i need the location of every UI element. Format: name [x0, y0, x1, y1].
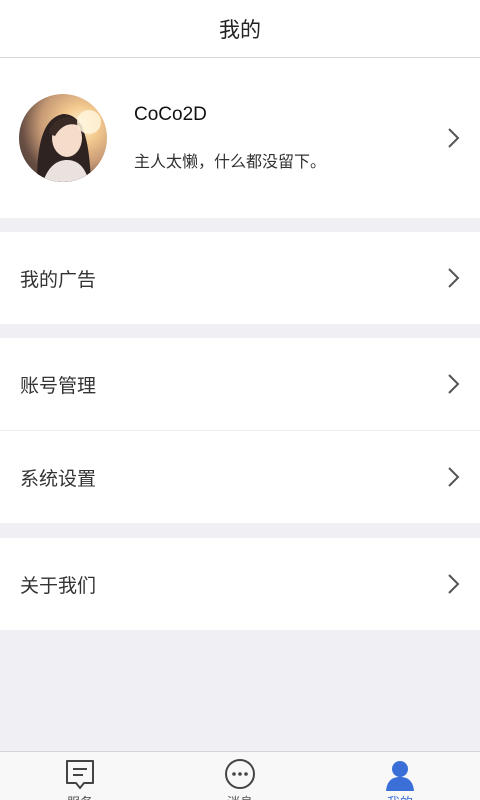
tab-label: 我的	[320, 792, 480, 800]
menu-item-my-ads[interactable]: 我的广告	[0, 232, 480, 324]
menu-item-about-us[interactable]: 关于我们	[0, 538, 480, 630]
chevron-right-icon	[446, 126, 462, 150]
avatar-photo-icon	[37, 110, 101, 182]
service-icon	[63, 758, 97, 792]
page-title: 我的	[219, 17, 261, 42]
tab-service[interactable]: 服务	[0, 752, 160, 800]
chevron-right-icon	[446, 372, 462, 396]
menu-item-label: 关于我们	[20, 574, 97, 597]
menu-item-label: 账号管理	[20, 374, 97, 397]
bottom-tab-bar: 服务 消息 我的	[0, 751, 480, 800]
tab-mine[interactable]: 我的	[320, 752, 480, 800]
profile-name: CoCo2D	[134, 104, 207, 125]
chevron-right-icon	[446, 465, 462, 489]
tab-label: 服务	[0, 792, 160, 800]
chevron-right-icon	[446, 266, 462, 290]
tab-message[interactable]: 消息	[160, 752, 320, 800]
user-icon	[383, 758, 417, 792]
tab-label: 消息	[160, 792, 320, 800]
menu-item-label: 我的广告	[20, 268, 97, 291]
menu-item-system-settings[interactable]: 系统设置	[0, 431, 480, 523]
top-nav-bar: 我的	[0, 0, 480, 58]
chevron-right-icon	[446, 572, 462, 596]
menu-item-account-management[interactable]: 账号管理	[0, 338, 480, 430]
profile-bio: 主人太懒，什么都没留下。	[134, 152, 327, 171]
avatar[interactable]	[19, 94, 107, 182]
menu-item-label: 系统设置	[20, 467, 97, 490]
profile-card[interactable]: CoCo2D 主人太懒，什么都没留下。	[0, 58, 480, 218]
message-icon	[223, 758, 257, 792]
